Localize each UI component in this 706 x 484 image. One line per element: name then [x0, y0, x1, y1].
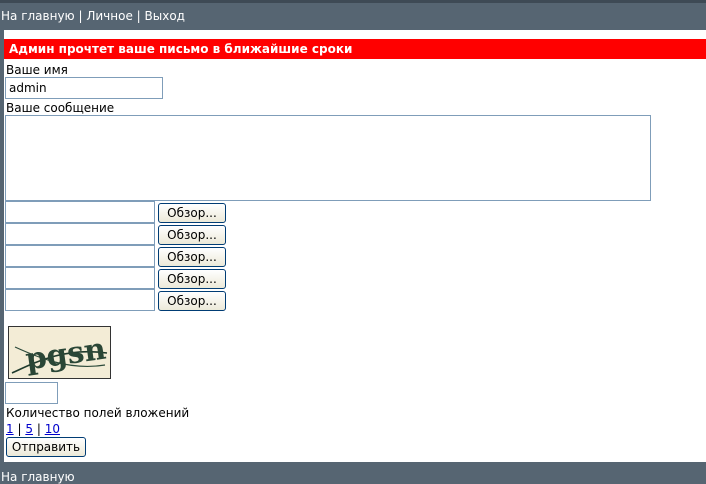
- attachment-count-links: 1 | 5 | 10: [6, 422, 60, 436]
- nav-separator: |: [136, 9, 141, 23]
- file-path-input[interactable]: [5, 201, 155, 223]
- count-separator: |: [36, 422, 41, 436]
- attachment-count-5-link[interactable]: 5: [25, 422, 33, 436]
- file-upload-row: Обзор...: [5, 289, 227, 311]
- attachment-count-1-link[interactable]: 1: [6, 422, 14, 436]
- attachment-count-10-link[interactable]: 10: [45, 422, 60, 436]
- browse-button[interactable]: Обзор...: [158, 247, 226, 267]
- browse-button[interactable]: Обзор...: [158, 203, 226, 223]
- message-label: Ваше сообщение: [6, 101, 115, 115]
- captcha-image: pgsn: [8, 326, 111, 379]
- top-nav: На главную | Личное | Выход: [0, 0, 706, 30]
- browse-button[interactable]: Обзор...: [158, 291, 226, 311]
- file-path-input[interactable]: [5, 223, 155, 245]
- file-upload-row: Обзор...: [5, 267, 227, 289]
- count-separator: |: [17, 422, 22, 436]
- file-upload-row: Обзор...: [5, 223, 227, 245]
- name-label: Ваше имя: [6, 63, 68, 77]
- submit-button[interactable]: Отправить: [6, 437, 86, 457]
- nav-home-link[interactable]: На главную: [1, 9, 75, 23]
- file-upload-row: Обзор...: [5, 201, 227, 223]
- captcha-text: pgsn: [23, 332, 108, 378]
- footer-home-link[interactable]: На главную: [1, 470, 75, 484]
- nav-logout-link[interactable]: Выход: [145, 9, 185, 23]
- captcha-input[interactable]: [5, 382, 58, 404]
- footer-nav: На главную: [0, 462, 706, 484]
- file-path-input[interactable]: [5, 245, 155, 267]
- browse-button[interactable]: Обзор...: [158, 225, 226, 245]
- nav-separator: |: [78, 9, 83, 23]
- message-textarea[interactable]: [5, 115, 651, 201]
- name-input[interactable]: [5, 77, 163, 99]
- file-upload-row: Обзор...: [5, 245, 227, 267]
- frame-left-border: [0, 30, 4, 462]
- browse-button[interactable]: Обзор...: [158, 269, 226, 289]
- nav-personal-link[interactable]: Личное: [86, 9, 132, 23]
- page: На главную | Личное | Выход Админ прочте…: [0, 0, 706, 484]
- file-path-input[interactable]: [5, 289, 155, 311]
- attachments-label: Количество полей вложений: [6, 406, 190, 420]
- captcha-graphic: pgsn: [11, 332, 108, 378]
- file-path-input[interactable]: [5, 267, 155, 289]
- notice-banner: Админ прочтет ваше письмо в ближайшие ср…: [4, 39, 706, 59]
